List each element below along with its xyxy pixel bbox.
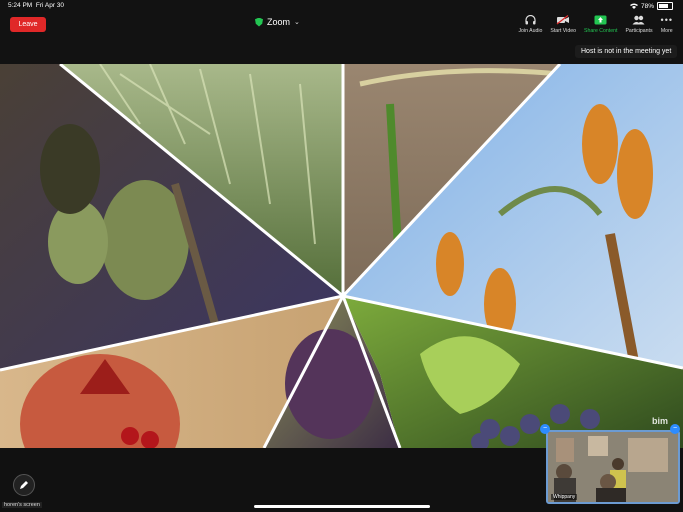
status-time: 5:24 PM Fri Apr 30: [8, 2, 65, 9]
join-audio-button[interactable]: Join Audio: [514, 12, 546, 38]
start-video-button[interactable]: Start Video: [546, 12, 580, 38]
home-indicator: [254, 505, 430, 508]
host-status-tooltip: Host is not in the meeting yet: [575, 45, 678, 58]
pencil-icon: [20, 481, 28, 489]
screen-share-label: horen's screen: [2, 502, 42, 508]
meeting-toolbar: Join Audio Start Video Share Content Par…: [514, 12, 677, 38]
more-button[interactable]: ••• More: [657, 12, 677, 38]
watermark-logo: bim: [652, 416, 669, 426]
leave-button[interactable]: Leave: [10, 17, 46, 32]
meeting-header: Leave Zoom ⌄ Join Audio Start Video Shar…: [0, 12, 683, 38]
more-icon: •••: [660, 15, 673, 25]
chevron-down-icon: ⌄: [294, 19, 300, 26]
self-view-minimize-icon[interactable]: −: [540, 424, 550, 434]
meeting-title-text: Zoom: [267, 17, 291, 27]
share-screen-icon: [594, 14, 607, 26]
participants-button[interactable]: Participants: [621, 12, 656, 38]
shared-screen-collage: [0, 64, 683, 448]
self-view-name: Whippany: [551, 494, 578, 500]
self-video-feed: [548, 432, 678, 502]
share-content-button[interactable]: Share Content: [580, 12, 621, 38]
shield-icon: [255, 17, 263, 27]
headphones-icon: [525, 14, 536, 26]
battery-icon: [657, 2, 673, 10]
self-video-thumbnail[interactable]: Whippany: [546, 430, 680, 504]
annotate-button[interactable]: [13, 474, 35, 496]
status-bar: 5:24 PM Fri Apr 30 78%: [0, 0, 683, 12]
shared-screen[interactable]: [0, 64, 683, 448]
wifi-icon: [629, 3, 638, 9]
meeting-title[interactable]: Zoom ⌄: [255, 17, 300, 27]
self-view-expand-icon[interactable]: −: [670, 424, 680, 434]
battery-percent: 78%: [640, 2, 654, 10]
video-off-icon: [556, 14, 570, 26]
participants-icon: [632, 14, 645, 26]
status-right: 78%: [629, 2, 673, 10]
